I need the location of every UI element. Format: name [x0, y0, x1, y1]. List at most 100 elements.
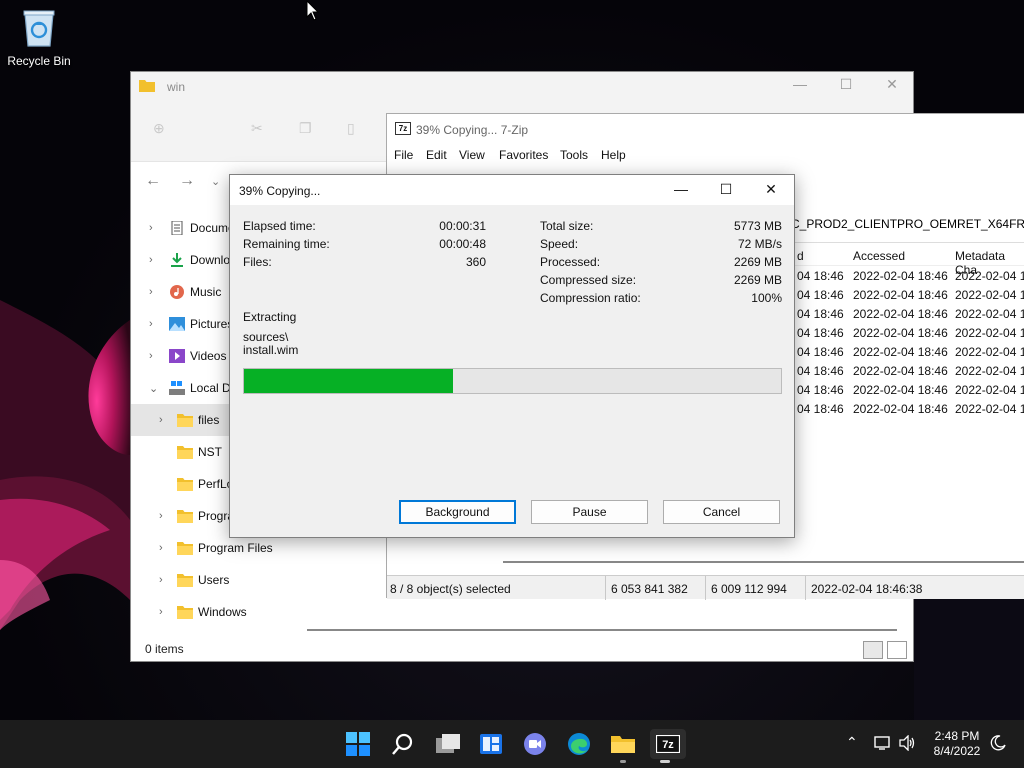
tree-item[interactable]: › Windows	[131, 596, 279, 628]
svg-text:7z: 7z	[662, 739, 674, 751]
recycle-bin-shortcut[interactable]: Recycle Bin	[6, 8, 72, 68]
maximize-button[interactable]: ☐	[823, 76, 869, 93]
cancel-button[interactable]: Cancel	[663, 500, 780, 524]
horizontal-scrollbar[interactable]	[307, 629, 897, 631]
dialog-titlebar[interactable]: 39% Copying... — ☐ ✕	[230, 175, 794, 205]
selection-count: 8 / 8 object(s) selected	[390, 582, 511, 596]
table-row[interactable]: 04 18:46 2022-02-04 18:46 2022-02-04 18	[791, 400, 1024, 419]
7zip-icon: 7z	[656, 735, 680, 753]
table-cell: 04 18:46	[797, 383, 844, 397]
processed-label: Processed:	[540, 255, 601, 269]
table-row[interactable]: 04 18:46 2022-02-04 18:46 2022-02-04 18	[791, 267, 1024, 286]
volume-icon[interactable]	[898, 735, 916, 751]
table-cell: 04 18:46	[797, 364, 844, 378]
chevron-down-icon[interactable]: ⌄	[149, 382, 159, 395]
chevron-right-icon[interactable]: ›	[149, 254, 159, 266]
7zip-taskbar-button[interactable]: 7z	[650, 729, 686, 763]
explorer-title: win	[167, 80, 186, 94]
music-icon	[169, 285, 185, 299]
forward-icon[interactable]: →	[179, 172, 195, 190]
widgets-button[interactable]	[476, 729, 506, 759]
chat-button[interactable]	[520, 729, 550, 759]
close-button[interactable]: ✕	[869, 76, 915, 93]
table-row[interactable]: 04 18:46 2022-02-04 18:46 2022-02-04 18	[791, 286, 1024, 305]
tree-item[interactable]: › Users	[131, 564, 279, 596]
menu-help[interactable]: Help	[601, 148, 626, 162]
column-modified[interactable]: d	[797, 249, 804, 263]
menu-edit[interactable]: Edit	[426, 148, 447, 162]
table-cell: 2022-02-04 18:46	[853, 345, 948, 359]
chevron-right-icon[interactable]: ›	[149, 350, 159, 362]
table-cell: 2022-02-04 18:46	[853, 269, 948, 283]
tree-item-label: Windows	[198, 605, 247, 619]
new-icon[interactable]: ⊕	[153, 120, 165, 137]
edge-button[interactable]	[564, 729, 594, 759]
7zip-address-path[interactable]: C_PROD2_CLIENTPRO_OEMRET_X64FRE_EN-	[791, 217, 1024, 231]
table-row[interactable]: 04 18:46 2022-02-04 18:46 2022-02-04 18	[791, 343, 1024, 362]
chevron-right-icon[interactable]: ›	[159, 510, 169, 522]
chevron-right-icon[interactable]: ›	[149, 318, 159, 330]
chevron-right-icon[interactable]: ›	[159, 414, 169, 426]
network-icon[interactable]	[873, 735, 891, 751]
file-explorer-button[interactable]	[608, 729, 638, 763]
details-view-button[interactable]	[863, 641, 883, 659]
paste-icon[interactable]: ▯	[347, 120, 355, 137]
tree-item-label: Pictures	[190, 317, 234, 331]
explorer-status-text: 0 items	[145, 642, 184, 656]
table-cell: 2022-02-04 18	[955, 383, 1024, 397]
tree-item-label: Users	[198, 573, 230, 587]
minimize-button[interactable]: —	[777, 76, 823, 92]
chevron-right-icon[interactable]: ›	[159, 574, 169, 586]
current-file: install.wim	[243, 343, 299, 357]
menu-view[interactable]: View	[459, 148, 485, 162]
task-view-button[interactable]	[433, 729, 463, 759]
file-list-horizontal-scrollbar[interactable]	[503, 561, 1024, 563]
focus-assist-icon[interactable]	[990, 735, 1006, 751]
speed-value: 72 MB/s	[737, 237, 782, 251]
menu-tools[interactable]: Tools	[560, 148, 588, 162]
compressed-size-value: 2269 MB	[733, 273, 782, 287]
explorer-titlebar[interactable]: win — ☐ ✕	[131, 72, 913, 102]
table-row[interactable]: 04 18:46 2022-02-04 18:46 2022-02-04 18	[791, 362, 1024, 381]
minimize-button[interactable]: —	[658, 181, 704, 197]
recycle-bin-icon	[22, 8, 56, 48]
pause-button[interactable]: Pause	[531, 500, 648, 524]
files-label: Files:	[243, 255, 272, 269]
search-button[interactable]	[388, 729, 418, 759]
table-cell: 2022-02-04 18:46	[853, 326, 948, 340]
table-cell: 2022-02-04 18	[955, 364, 1024, 378]
maximize-button[interactable]: ☐	[703, 181, 749, 198]
start-button[interactable]	[343, 729, 373, 759]
7zip-titlebar[interactable]: 7z 39% Copying... 7-Zip	[387, 114, 1024, 144]
chevron-right-icon[interactable]: ›	[149, 286, 159, 298]
menu-favorites[interactable]: Favorites	[499, 148, 548, 162]
table-cell: 2022-02-04 18:46	[853, 383, 948, 397]
clock-time: 2:48 PM	[934, 729, 980, 743]
table-row[interactable]: 04 18:46 2022-02-04 18:46 2022-02-04 18	[791, 381, 1024, 400]
show-hidden-icons-button[interactable]: ⌃	[846, 734, 858, 751]
folder-icon	[177, 445, 193, 459]
table-row[interactable]: 04 18:46 2022-02-04 18:46 2022-02-04 18	[791, 305, 1024, 324]
close-button[interactable]: ✕	[748, 181, 794, 198]
running-indicator	[660, 760, 670, 763]
recycle-bin-label: Recycle Bin	[7, 54, 71, 68]
menu-file[interactable]: File	[394, 148, 413, 162]
back-icon[interactable]: ←	[145, 172, 161, 190]
table-cell: 04 18:46	[797, 288, 844, 302]
copy-icon[interactable]: ❐	[299, 120, 312, 137]
table-row[interactable]: 04 18:46 2022-02-04 18:46 2022-02-04 18	[791, 324, 1024, 343]
column-accessed[interactable]: Accessed	[853, 249, 905, 263]
cut-icon[interactable]: ✂	[251, 120, 263, 137]
large-icons-view-button[interactable]	[887, 641, 907, 659]
background-button[interactable]: Background	[399, 500, 516, 524]
chevron-right-icon[interactable]: ›	[159, 542, 169, 554]
copy-progress-dialog[interactable]: 39% Copying... — ☐ ✕ Elapsed time: 00:00…	[229, 174, 795, 538]
chevron-right-icon[interactable]: ›	[159, 606, 169, 618]
chevron-right-icon[interactable]: ›	[149, 222, 159, 234]
progress-fill	[244, 369, 454, 393]
system-clock[interactable]: 2:48 PM 8/4/2022	[930, 729, 984, 759]
folder-icon	[177, 509, 193, 523]
folder-icon	[177, 573, 193, 587]
table-cell: 2022-02-04 18	[955, 288, 1024, 302]
recent-locations-icon[interactable]: ⌄	[211, 175, 220, 188]
